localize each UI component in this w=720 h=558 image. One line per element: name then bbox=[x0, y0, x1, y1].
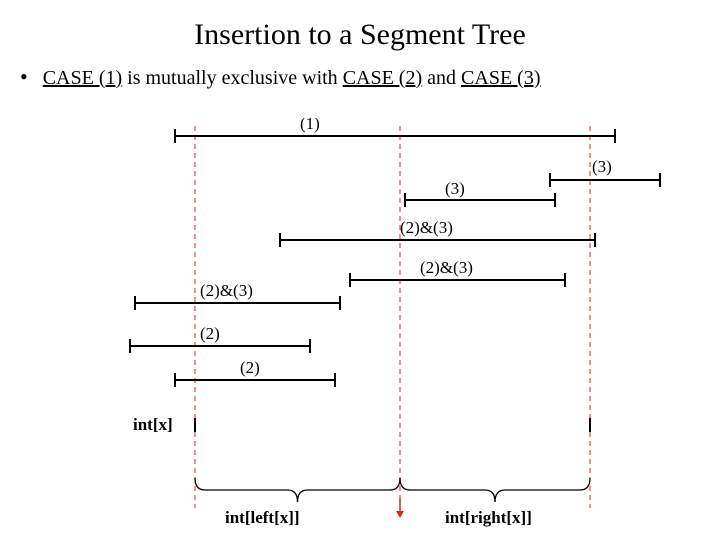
seg-1: (1) bbox=[175, 118, 615, 143]
seg-2b: (2) bbox=[175, 358, 335, 387]
seg-23c: (2)&(3) bbox=[135, 281, 340, 310]
case-2-ref: CASE (2) bbox=[343, 67, 422, 89]
seg-23a-label: (2)&(3) bbox=[400, 218, 453, 237]
down-arrow bbox=[396, 498, 404, 518]
seg-23c-label: (2)&(3) bbox=[200, 281, 253, 300]
brace-left: int[left[x]] bbox=[195, 478, 400, 527]
case-3-ref: CASE (3) bbox=[461, 67, 540, 89]
seg-3b: (3) bbox=[405, 179, 555, 207]
bullet-case-exclusive: • CASE (1) is mutually exclusive with CA… bbox=[20, 64, 720, 90]
seg-3a: (3) bbox=[550, 157, 660, 187]
brace-group: int[x] int[left[x]] int[right[x]] bbox=[133, 415, 590, 527]
bullet-text-and: and bbox=[422, 67, 461, 89]
brace-right: int[right[x]] bbox=[400, 478, 590, 527]
seg-23a: (2)&(3) bbox=[280, 218, 595, 247]
bullet-dot: • bbox=[20, 64, 28, 89]
bullet-text-1: is mutually exclusive with bbox=[122, 67, 343, 89]
seg-2a: (2) bbox=[130, 324, 310, 353]
seg-23b: (2)&(3) bbox=[350, 258, 565, 287]
case-1-ref: CASE (1) bbox=[43, 67, 122, 89]
diagram-svg: (1) (3) (3) (2)&(3) (2)&(3) (2)&(3) (2) (2) int… bbox=[0, 118, 720, 548]
seg-2b-label: (2) bbox=[240, 358, 260, 377]
seg-1-label: (1) bbox=[300, 118, 320, 133]
page-title: Insertion to a Segment Tree bbox=[0, 18, 720, 52]
interval-segments: (1) (3) (3) (2)&(3) (2)&(3) (2)&(3) (2) (2) bbox=[130, 118, 660, 387]
guide-lines bbox=[195, 126, 590, 508]
intx-label: int[x] bbox=[133, 415, 173, 434]
seg-23b-label: (2)&(3) bbox=[420, 258, 473, 277]
seg-2a-label: (2) bbox=[200, 324, 220, 343]
left-label: int[left[x]] bbox=[225, 508, 300, 527]
brace-intx: int[x] bbox=[133, 415, 590, 434]
right-label: int[right[x]] bbox=[445, 508, 532, 527]
seg-3a-label: (3) bbox=[592, 157, 612, 176]
seg-3b-label: (3) bbox=[445, 179, 465, 198]
